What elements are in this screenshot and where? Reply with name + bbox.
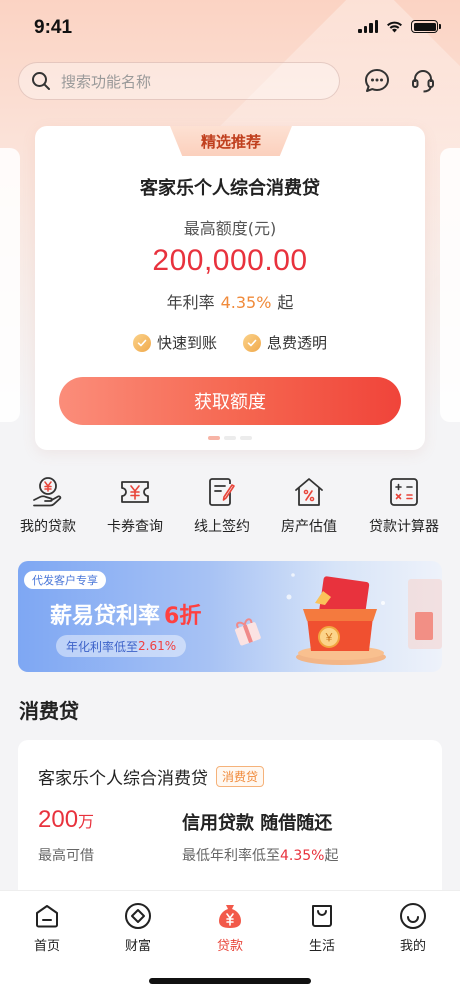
- search-row: 搜索功能名称: [18, 62, 442, 100]
- quick-loan-calculator[interactable]: 贷款计算器: [358, 474, 450, 536]
- featured-loan-card[interactable]: 精选推荐 客家乐个人综合消费贷 最高额度(元) 200,000.00 年利率 4.…: [35, 126, 425, 450]
- wealth-icon: [123, 901, 153, 931]
- search-input[interactable]: 搜索功能名称: [18, 62, 340, 100]
- svg-text:￥: ￥: [324, 631, 335, 644]
- tab-home[interactable]: 首页: [1, 901, 93, 954]
- status-icons: [358, 20, 441, 33]
- carousel-dot: [208, 436, 220, 440]
- check-icon: [243, 333, 261, 352]
- home-icon: [32, 901, 62, 931]
- signal-icon: [358, 20, 378, 33]
- carousel-dot: [224, 436, 236, 440]
- house-percent-icon: [291, 474, 327, 510]
- quick-label: 房产估值: [281, 519, 337, 535]
- product-rate: 最低年利率低至4.35%起: [182, 845, 338, 865]
- check-icon: [132, 333, 151, 352]
- product-amount-unit: 万: [78, 812, 95, 831]
- quick-label: 线上签约: [194, 519, 250, 535]
- banner-subtitle: 年化利率低至 2.61%: [56, 635, 187, 657]
- hand-yuan-icon: [30, 474, 66, 510]
- tab-label: 财富: [124, 939, 151, 954]
- banner-discount: 6折: [164, 604, 202, 629]
- product-amount: 200万: [38, 806, 94, 834]
- sign-document-icon: [204, 474, 240, 510]
- home-indicator: [149, 978, 311, 984]
- gift-box-illustration: ￥: [235, 573, 442, 665]
- banner-headline-text: 薪易贷利率: [50, 604, 161, 629]
- customer-service-icon[interactable]: [408, 66, 438, 96]
- featured-ribbon: 精选推荐: [170, 126, 292, 156]
- limit-label: 最高额度(元): [183, 219, 277, 238]
- shopping-bag-icon: [307, 901, 337, 931]
- coupon-icon: [117, 474, 153, 510]
- product-amount-label: 最高可借: [38, 848, 94, 864]
- banner-sub-value: 2.61%: [138, 639, 177, 653]
- product-slogan: 信用贷款 随借随还: [182, 813, 333, 834]
- feature-item: 息费透明: [243, 332, 327, 353]
- feature-label: 快速到账: [156, 334, 217, 352]
- feature-label: 息费透明: [267, 334, 328, 352]
- tab-wealth[interactable]: 财富: [92, 901, 184, 954]
- banner-sub-prefix: 年化利率低至: [66, 639, 139, 654]
- quick-property-valuation[interactable]: 房产估值: [263, 474, 355, 536]
- product-rate-value: 4.35%: [280, 848, 325, 864]
- product-name: 客家乐个人综合消费贷: [38, 769, 208, 789]
- tab-label: 贷款: [216, 939, 243, 954]
- tab-mine[interactable]: 我的: [367, 901, 459, 954]
- feature-item: 快速到账: [132, 332, 217, 353]
- rate-prefix: 年利率: [166, 293, 215, 312]
- tab-life[interactable]: 生活: [276, 901, 368, 954]
- product-header: 客家乐个人综合消费贷 消费贷: [38, 764, 265, 789]
- product-badge: 消费贷: [216, 766, 265, 787]
- tab-loan[interactable]: 贷款: [184, 901, 276, 954]
- wifi-icon: [387, 21, 402, 33]
- banner-headline: 薪易贷利率 6折: [50, 598, 201, 630]
- product-amount-value: 200: [38, 806, 79, 833]
- quick-label: 贷款计算器: [369, 519, 439, 535]
- calculator-icon: [386, 474, 422, 510]
- rate-line: 年利率 4.35% 起: [35, 289, 425, 313]
- product-rate-suffix: 起: [324, 848, 339, 864]
- quick-label: 卡券查询: [107, 519, 163, 535]
- get-limit-button[interactable]: 获取额度: [59, 377, 401, 425]
- carousel-next-card[interactable]: [440, 148, 460, 422]
- battery-icon: [411, 20, 441, 33]
- tab-label: 首页: [33, 939, 60, 954]
- carousel-prev-card[interactable]: [0, 148, 20, 422]
- quick-label: 我的贷款: [20, 519, 76, 535]
- carousel-dot: [240, 436, 252, 440]
- search-icon: [32, 72, 50, 90]
- banner-tag: 代发客户专享: [24, 571, 106, 589]
- section-title: 消费贷: [19, 699, 79, 723]
- message-icon[interactable]: [362, 66, 392, 96]
- status-bar: 9:41: [0, 0, 460, 56]
- rate-suffix: 起: [277, 293, 294, 312]
- quick-coupon-query[interactable]: 卡券查询: [89, 474, 181, 536]
- tab-label: 我的: [399, 939, 426, 954]
- feature-list: 快速到账 息费透明: [35, 332, 425, 353]
- tab-label: 生活: [308, 939, 335, 954]
- featured-title: 客家乐个人综合消费贷: [140, 178, 320, 199]
- rate-value: 4.35%: [220, 293, 272, 312]
- promo-banner[interactable]: 代发客户专享 薪易贷利率 6折 年化利率低至 2.61% ￥: [18, 561, 442, 672]
- quick-online-sign[interactable]: 线上签约: [176, 474, 268, 536]
- quick-my-loans[interactable]: 我的贷款: [2, 474, 94, 536]
- carousel-indicator: [208, 436, 252, 440]
- product-rate-prefix: 最低年利率低至: [182, 848, 280, 864]
- status-time: 9:41: [34, 17, 73, 38]
- search-placeholder: 搜索功能名称: [61, 72, 152, 91]
- loan-bag-icon: [215, 901, 245, 931]
- smile-icon: [398, 901, 428, 931]
- limit-amount: 200,000.00: [152, 244, 308, 277]
